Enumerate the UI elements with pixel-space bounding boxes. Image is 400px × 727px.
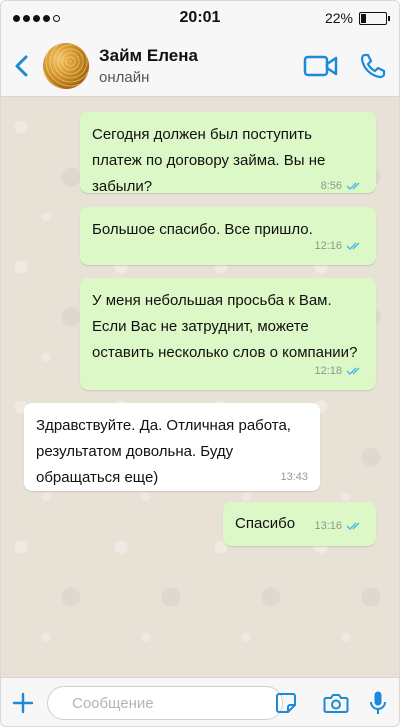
message-bubble-outgoing[interactable]: Большое спасибо. Все пришло. 12:16 xyxy=(80,207,376,265)
camera-button[interactable] xyxy=(319,686,353,720)
message-input[interactable] xyxy=(47,686,283,720)
message-bubble-incoming[interactable]: Здравствуйте. Да. Отличная работа, резул… xyxy=(24,403,320,491)
battery-icon xyxy=(359,11,390,25)
message-meta: 8:56 xyxy=(321,179,364,193)
read-ticks-icon xyxy=(346,522,360,530)
contact-status: онлайн xyxy=(99,68,150,86)
message-text: Здравствуйте. Да. Отличная работа, резул… xyxy=(36,417,308,486)
message-time: 12:18 xyxy=(314,365,342,377)
contact-name: Займ Елена xyxy=(99,45,198,65)
message-meta: 12:18 xyxy=(92,364,364,378)
phone-icon xyxy=(360,53,386,78)
phone-frame: 20:01 22% Займ Елена онлайн Сегодня долж… xyxy=(0,0,400,727)
microphone-icon xyxy=(370,691,386,714)
message-text: Сегодня должен был поступить платеж по д… xyxy=(92,122,364,200)
chat-messages[interactable]: Сегодня должен был поступить платеж по д… xyxy=(1,97,399,677)
contact-info[interactable]: Займ Елена онлайн xyxy=(99,46,295,86)
message-bubble-outgoing[interactable]: Спасибо 13:16 xyxy=(223,502,376,546)
avatar[interactable] xyxy=(43,42,89,89)
sticker-button[interactable] xyxy=(273,688,299,718)
read-ticks-icon xyxy=(346,182,360,190)
camera-icon xyxy=(323,694,349,713)
read-ticks-icon xyxy=(346,242,360,250)
microphone-button[interactable] xyxy=(363,686,393,720)
battery-percent: 22% xyxy=(324,10,353,26)
message-text: У меня небольшая просьба к Вам. Если Вас… xyxy=(92,292,358,361)
message-meta: 13:43 xyxy=(280,470,308,484)
message-bubble-outgoing[interactable]: Сегодня должен был поступить платеж по д… xyxy=(80,112,376,195)
signal-strength-icon xyxy=(13,14,60,22)
message-time: 12:16 xyxy=(314,240,342,252)
read-ticks-icon xyxy=(346,367,360,375)
voice-call-button[interactable] xyxy=(347,35,399,97)
plus-icon xyxy=(12,692,34,714)
chat-header: Займ Елена онлайн xyxy=(1,35,399,97)
video-camera-icon xyxy=(303,55,338,76)
message-input-bar xyxy=(1,677,399,727)
message-bubble-outgoing[interactable]: У меня небольшая просьба к Вам. Если Вас… xyxy=(80,278,376,390)
back-button[interactable] xyxy=(1,35,41,97)
message-meta: 13:16 xyxy=(314,519,364,533)
battery-status: 22% xyxy=(324,10,390,26)
message-text: Спасибо xyxy=(235,515,296,532)
message-time: 8:56 xyxy=(320,180,342,192)
attach-button[interactable] xyxy=(1,678,45,727)
sticker-icon xyxy=(276,693,296,713)
chevron-left-icon xyxy=(15,55,28,76)
status-bar: 20:01 22% xyxy=(1,1,399,35)
message-time: 13:43 xyxy=(280,471,308,483)
message-time: 13:16 xyxy=(314,520,342,532)
video-call-button[interactable] xyxy=(295,35,347,97)
